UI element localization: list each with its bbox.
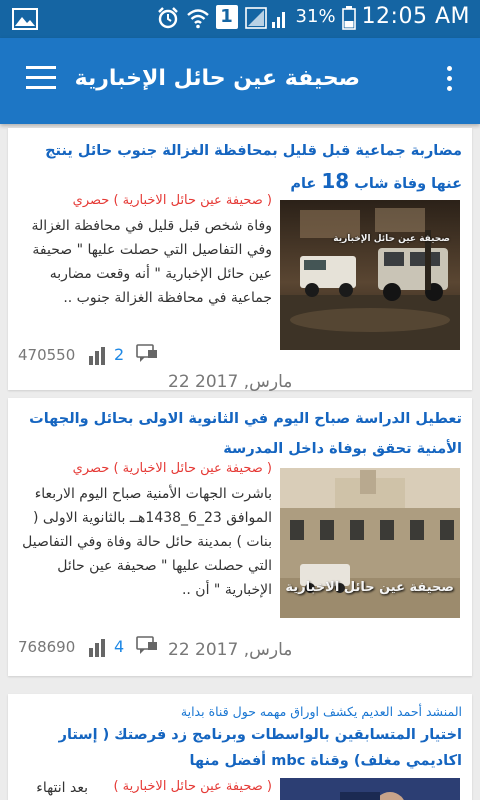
comment-icon[interactable] [136,636,158,656]
app-bar: صحيفة عين حائل الإخبارية [0,38,480,124]
view-count: 768690 [18,638,76,656]
article-source[interactable]: ( صحيفة عين حائل الاخبارية ) [98,776,272,798]
image-watermark: صحيفة عين حائل الإخبارية [333,234,450,244]
news-feed[interactable]: مضاربة جماعية قبل قليل بمحافظة الغزالة ج… [0,124,480,800]
wifi-icon [186,6,210,28]
article-excerpt: بعد انتهاء [36,780,88,796]
comment-count[interactable]: 4 [114,637,124,656]
clock: 12:05 AM [361,4,470,29]
view-count: 470550 [18,346,76,364]
article-subhead: المنشد أحمد العديم يكشف اوراق مهمه حول ق… [180,704,462,719]
article-card[interactable]: مضاربة جماعية قبل قليل بمحافظة الغزالة ج… [8,128,472,392]
article-date: 22 مارس, 2017 [168,640,293,660]
status-bar: 1 31% 12:05 AM [0,0,480,38]
gallery-notification-icon [12,8,38,34]
hamburger-menu-icon[interactable] [26,66,56,92]
signal-icon [244,6,290,29]
sim-badge: 1 [215,4,238,29]
comment-icon[interactable] [136,344,158,364]
article-excerpt: باشرت الجهات الأمنية صباح اليوم الاربعاء… [22,486,272,598]
article-headline[interactable]: تعطيل الدراسة صباح اليوم في الثانوية الا… [18,404,462,464]
article-card[interactable]: المنشد أحمد العديم يكشف اوراق مهمه حول ق… [8,694,472,800]
app-title: صحيفة عين حائل الإخبارية [74,66,360,91]
article-thumbnail[interactable]: صحيفة عين حائل الإخبارية [280,200,460,350]
article-date: 22 مارس, 2017 [168,372,293,392]
battery-percent: 31% [295,6,336,27]
article-card[interactable]: تعطيل الدراسة صباح اليوم في الثانوية الا… [8,398,472,676]
battery-icon [341,5,356,30]
article-thumbnail[interactable]: صحيفة عين حائل الاخبارية [280,468,460,618]
alarm-icon [156,6,180,28]
more-options-icon[interactable] [444,66,454,96]
article-excerpt: وفاة شخص قبل قليل في محافظة الغزالة وفي … [31,218,273,306]
bar-chart-icon [88,639,108,657]
article-source[interactable]: ( صحيفة عين حائل الاخبارية ) حصري [18,190,272,212]
article-headline[interactable]: اختيار المتسابقين بالواسطات وبرنامج زد ف… [18,722,462,774]
comment-count[interactable]: 2 [114,345,124,364]
image-watermark: صحيفة عين حائل الاخبارية [285,580,454,595]
article-source[interactable]: ( صحيفة عين حائل الاخبارية ) حصري [18,458,272,480]
article-thumbnail[interactable] [280,778,460,800]
bar-chart-icon [88,347,108,365]
